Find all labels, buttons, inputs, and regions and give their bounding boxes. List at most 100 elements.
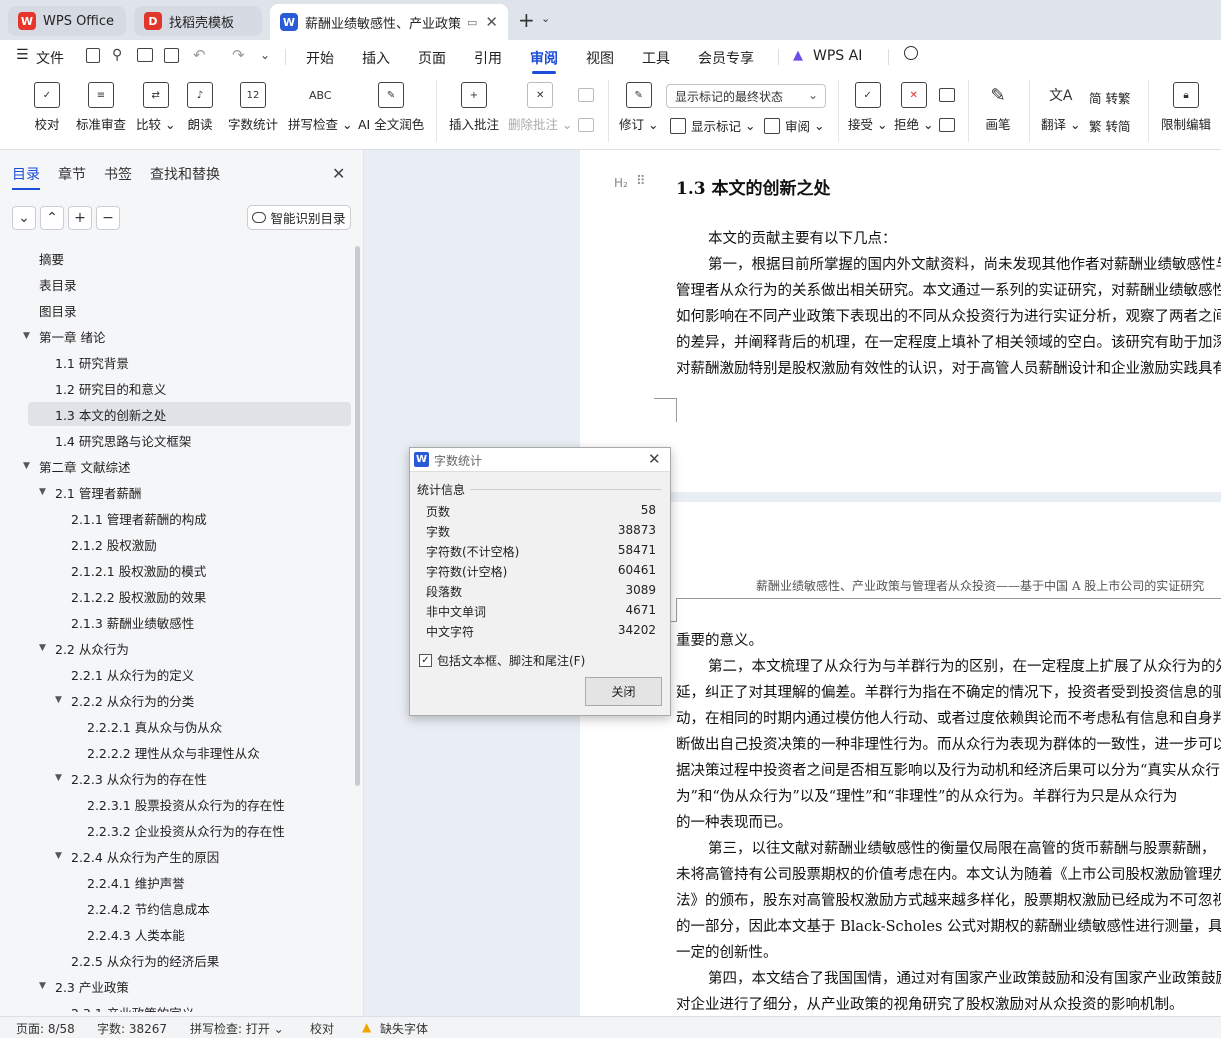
more-chevron-icon[interactable]: ⌄	[260, 48, 270, 62]
undo-icon[interactable]: ↶	[193, 46, 206, 64]
collapse-chevron-down-icon[interactable]: ⌄	[12, 206, 36, 230]
expand-arrow-icon[interactable]: ▼	[39, 487, 46, 497]
close-button[interactable]: 关闭	[585, 677, 662, 706]
show-marks-button[interactable]: 显示标记 ⌄	[670, 116, 755, 135]
toc-scrollbar[interactable]	[355, 246, 360, 786]
to-simplified-button[interactable]: 繁 转简	[1089, 116, 1130, 135]
nav-tab-find-replace[interactable]: 查找和替换	[150, 164, 220, 184]
display-mode-select[interactable]: 显示标记的最终状态 ⌄	[666, 84, 826, 108]
toc-item[interactable]: 2.2.1 从众行为的定义	[28, 662, 351, 686]
menu-member[interactable]: 会员专享	[698, 48, 754, 68]
toc-item[interactable]: 2.2.3.2 企业投资从众行为的存在性	[28, 818, 351, 842]
expand-arrow-icon[interactable]: ▼	[55, 695, 62, 705]
toc-item[interactable]: ▼ 2.2 从众行为	[28, 636, 351, 660]
toc-item[interactable]: 2.1.1 管理者薪酬的构成	[28, 506, 351, 530]
standard-review-button[interactable]: ≡ 标准审查	[76, 82, 126, 133]
toc-item[interactable]: 1.1 研究背景	[28, 350, 351, 374]
status-proofread[interactable]: 校对	[310, 1020, 334, 1037]
review-pane-button[interactable]: 审阅 ⌄	[764, 116, 824, 135]
nav-tab-bookmarks[interactable]: 书签	[104, 164, 132, 184]
hamburger-icon[interactable]: ☰	[16, 47, 29, 63]
compare-button[interactable]: ⇄ 比较 ⌄	[136, 82, 175, 133]
nav-tab-toc[interactable]: 目录	[12, 164, 40, 190]
toc-item[interactable]: 2.2.4.2 节约信息成本	[28, 896, 351, 920]
toc-item[interactable]: 2.1.2.2 股权激励的效果	[28, 584, 351, 608]
expand-arrow-icon[interactable]: ▼	[55, 773, 62, 783]
toc-item[interactable]: 2.2.2.1 真从众与伪从众	[28, 714, 351, 738]
previous-comment-icon[interactable]	[578, 88, 594, 102]
toc-item[interactable]: ▼ 2.3 产业政策	[28, 974, 351, 998]
redo-icon[interactable]: ↷	[232, 46, 245, 64]
remove-heading-icon[interactable]: −	[96, 206, 120, 230]
toc-item[interactable]: 摘要	[28, 246, 351, 270]
toc-item[interactable]: ▼ 第一章 绪论	[23, 324, 351, 348]
word-count-button[interactable]: 12 字数统计	[228, 82, 278, 133]
menu-review[interactable]: 审阅	[530, 48, 558, 74]
delete-comment-button[interactable]: ✕ 删除批注 ⌄	[508, 82, 572, 133]
spell-check-button[interactable]: ABC 拼写检查 ⌄	[288, 82, 352, 133]
toc-item[interactable]: ▼ 2.2.3 从众行为的存在性	[28, 766, 351, 790]
toc-item[interactable]: ▼ 2.1 管理者薪酬	[28, 480, 351, 504]
menu-tools[interactable]: 工具	[642, 48, 670, 68]
search-icon[interactable]	[904, 46, 918, 60]
proofread-button[interactable]: ✓ 校对	[34, 82, 60, 133]
tab-current-document[interactable]: W 薪酬业绩敏感性、产业政策与管 ▭ ✕	[270, 4, 508, 40]
toc-item[interactable]: 2.1.2.1 股权激励的模式	[28, 558, 351, 582]
expand-arrow-icon[interactable]: ▼	[39, 981, 46, 991]
toc-item[interactable]: 图目录	[28, 298, 351, 322]
print-icon[interactable]	[137, 48, 153, 62]
include-textbox-checkbox[interactable]: ✓ 包括文本框、脚注和尾注(F)	[419, 652, 585, 669]
screen-icon[interactable]: ▭	[467, 16, 477, 29]
toc-item[interactable]: 表目录	[28, 272, 351, 296]
new-tab-icon[interactable]: +	[518, 8, 535, 32]
expand-arrow-icon[interactable]: ▼	[23, 331, 30, 341]
menu-references[interactable]: 引用	[474, 48, 502, 68]
close-pane-icon[interactable]: ✕	[332, 164, 345, 183]
tab-wps-office[interactable]: W WPS Office	[8, 6, 126, 36]
toc-item[interactable]: 2.2.2.2 理性从众与非理性从众	[28, 740, 351, 764]
reject-button[interactable]: ✕ 拒绝 ⌄	[894, 82, 933, 133]
next-change-icon[interactable]	[939, 118, 955, 132]
drag-handle-icon[interactable]: ⠿	[636, 174, 646, 189]
accept-button[interactable]: ✓ 接受 ⌄	[848, 82, 887, 133]
ai-proofread-button[interactable]: ✎ AI 全文润色	[358, 82, 424, 133]
expand-arrow-icon[interactable]: ▼	[55, 851, 62, 861]
toc-item[interactable]: 2.1.3 薪酬业绩敏感性	[28, 610, 351, 634]
heading-marker[interactable]: H₂	[614, 176, 628, 190]
nav-tab-chapters[interactable]: 章节	[58, 164, 86, 184]
close-tab-icon[interactable]: ✕	[485, 13, 498, 31]
dialog-titlebar[interactable]: W 字数统计 ✕	[410, 448, 670, 472]
status-spell-check[interactable]: 拼写检查: 打开 ⌄	[190, 1020, 284, 1037]
menu-page[interactable]: 页面	[418, 48, 446, 68]
toc-item[interactable]: 1.2 研究目的和意义	[28, 376, 351, 400]
toc-item[interactable]: 2.1.2 股权激励	[28, 532, 351, 556]
insert-comment-button[interactable]: + 插入批注	[449, 82, 499, 133]
link-icon[interactable]: ⚲	[112, 47, 122, 63]
previous-change-icon[interactable]	[939, 88, 955, 102]
tab-docer-templates[interactable]: D 找稻壳模板	[134, 6, 262, 36]
toc-item[interactable]: ▼ 2.2.2 从众行为的分类	[28, 688, 351, 712]
restrict-edit-button[interactable]: 🔒︎ 限制编辑	[1161, 82, 1211, 133]
status-page[interactable]: 页面: 8/58	[16, 1020, 75, 1037]
toc-item[interactable]: 2.2.5 从众行为的经济后果	[28, 948, 351, 972]
menu-insert[interactable]: 插入	[362, 48, 390, 68]
toc-item[interactable]: ▼ 第二章 文献综述	[23, 454, 351, 478]
toc-item[interactable]: 2.2.3.1 股票投资从众行为的存在性	[28, 792, 351, 816]
toc-item[interactable]: 1.3 本文的创新之处	[28, 402, 351, 426]
menu-view[interactable]: 视图	[586, 48, 614, 68]
add-heading-icon[interactable]: +	[68, 206, 92, 230]
toc-item[interactable]: 1.4 研究思路与论文框架	[28, 428, 351, 452]
menu-home[interactable]: 开始	[306, 48, 334, 68]
print-preview-icon[interactable]	[164, 48, 179, 63]
expand-arrow-icon[interactable]: ▼	[23, 461, 30, 471]
ink-button[interactable]: ✎ 画笔	[985, 82, 1011, 133]
toc-item[interactable]: 2.2.4.1 维护声誉	[28, 870, 351, 894]
status-missing-font[interactable]: 缺失字体	[380, 1020, 428, 1037]
menu-file[interactable]: 文件	[36, 48, 64, 68]
menu-wps-ai[interactable]: WPS AI	[813, 48, 862, 64]
toc-item[interactable]: 2.2.4.3 人类本能	[28, 922, 351, 946]
next-comment-icon[interactable]	[578, 118, 594, 132]
read-aloud-button[interactable]: ♪ 朗读	[187, 82, 213, 133]
toc-item[interactable]: ▼ 2.2.4 从众行为产生的原因	[28, 844, 351, 868]
to-traditional-button[interactable]: 简 转繁	[1089, 88, 1130, 107]
